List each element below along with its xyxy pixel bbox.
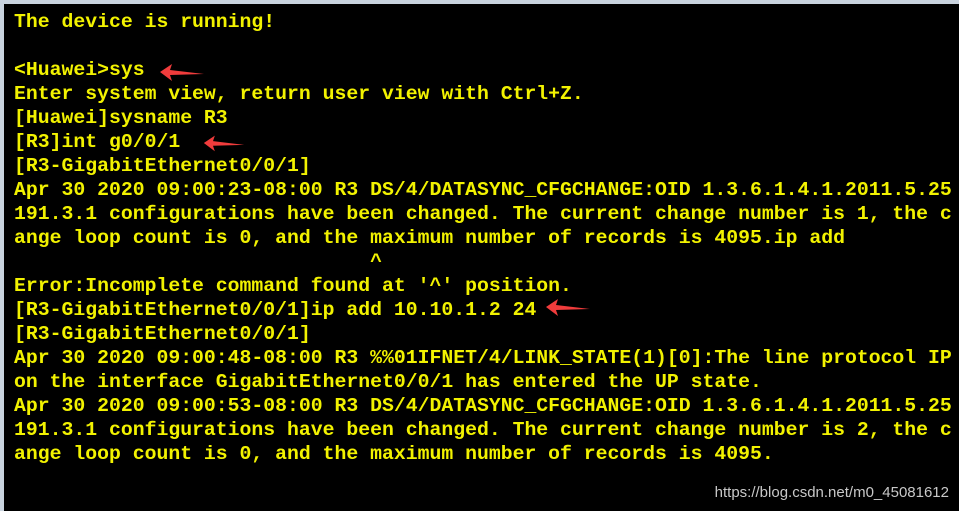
terminal-line: on the interface GigabitEthernet0/0/1 ha…	[14, 371, 762, 393]
terminal-line: ange loop count is 0, and the maximum nu…	[14, 443, 774, 465]
watermark: https://blog.csdn.net/m0_45081612	[714, 484, 949, 501]
terminal-line: Enter system view, return user view with…	[14, 83, 584, 105]
terminal-line: [R3-GigabitEthernet0/0/1]	[14, 155, 311, 177]
arrow-left-icon	[546, 299, 590, 316]
terminal-line: 191.3.1 configurations have been changed…	[14, 203, 952, 225]
terminal-line: [R3-GigabitEthernet0/0/1]ip add 10.10.1.…	[14, 299, 537, 321]
terminal-line: Apr 30 2020 09:00:23-08:00 R3 DS/4/DATAS…	[14, 179, 952, 201]
terminal-output[interactable]: The device is running! <Huawei>sys Enter s…	[14, 10, 952, 466]
terminal-line: 191.3.1 configurations have been changed…	[14, 419, 952, 441]
terminal-window[interactable]: The device is running! <Huawei>sys Enter s…	[0, 0, 959, 511]
terminal-line: Error:Incomplete command found at '^' po…	[14, 275, 572, 297]
arrow-left-icon	[160, 64, 204, 81]
arrow-left-icon	[203, 135, 245, 152]
terminal-line: The device is running!	[14, 11, 276, 33]
terminal-line: Apr 30 2020 09:00:53-08:00 R3 DS/4/DATAS…	[14, 395, 952, 417]
terminal-line: ^	[14, 251, 382, 273]
terminal-line: ange loop count is 0, and the maximum nu…	[14, 227, 845, 249]
terminal-line: Apr 30 2020 09:00:48-08:00 R3 %%01IFNET/…	[14, 347, 952, 369]
terminal-line: <Huawei>sys	[14, 59, 145, 81]
terminal-line: [R3-GigabitEthernet0/0/1]	[14, 323, 311, 345]
terminal-line: [Huawei]sysname R3	[14, 107, 228, 129]
terminal-line: [R3]int g0/0/1	[14, 131, 181, 153]
